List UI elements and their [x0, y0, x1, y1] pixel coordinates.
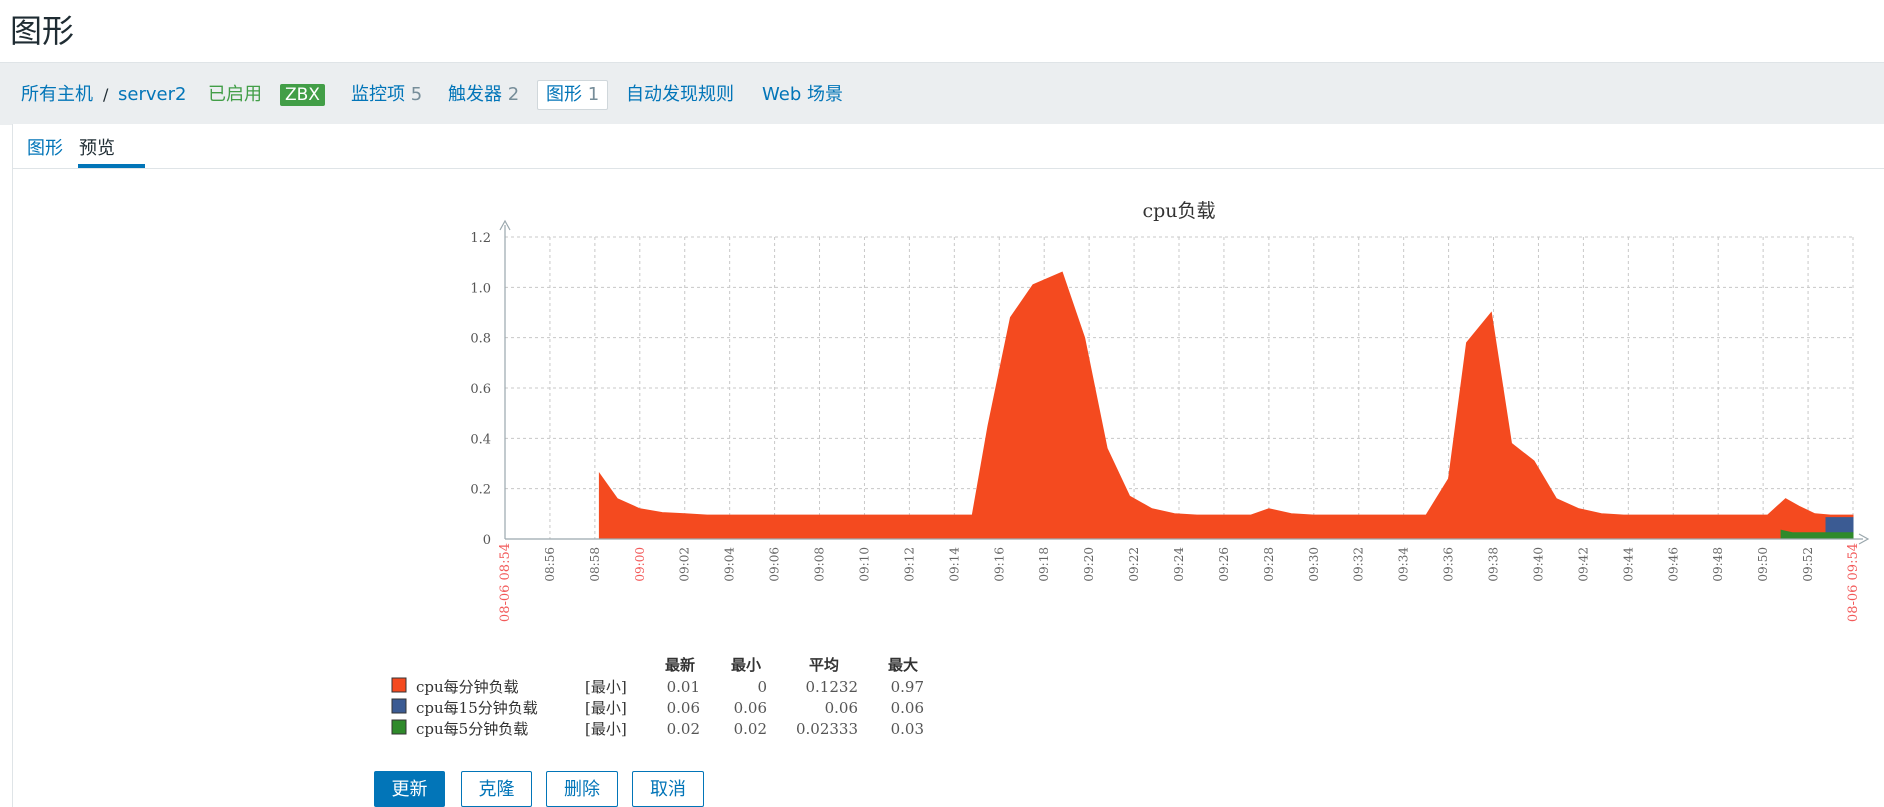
x-tick-label: 09:08: [813, 547, 827, 582]
legend-swatch: [391, 677, 407, 693]
legend-value: 0.03: [891, 720, 924, 738]
legend-value: 0.02: [734, 720, 767, 738]
legend-swatch: [391, 698, 407, 714]
cancel-button[interactable]: 取消: [632, 771, 704, 807]
series-area-1: [598, 271, 1854, 540]
legend-header: 最大: [888, 656, 918, 674]
x-tick-label: 09:50: [1756, 547, 1770, 582]
x-tick-label: 09:10: [857, 547, 871, 582]
y-tick-label: 0.8: [470, 332, 491, 347]
y-tick-label: 0.4: [470, 432, 491, 447]
x-tick-label: 09:14: [947, 547, 961, 582]
x-end-label: 08-06 09:54: [1846, 543, 1861, 622]
x-tick-label: 09:00: [633, 547, 647, 582]
x-tick-label: 09:32: [1352, 547, 1366, 582]
x-tick-label: 09:26: [1217, 547, 1231, 582]
clone-button[interactable]: 克隆: [461, 771, 532, 807]
legend-value: 0.06: [667, 699, 700, 717]
y-tick-label: 1.0: [470, 281, 491, 296]
x-tick-label: 08:56: [543, 547, 557, 582]
cpu-load-graph: cpu负载 0 0.2 0.4 0.6 0.8 1.0 1.2 08:56 08:58 09:00 0…: [391, 200, 1870, 738]
x-tick-label: 09:28: [1262, 547, 1276, 582]
legend-header: 平均: [809, 656, 839, 674]
legend-series-name: cpu每分钟负载: [416, 678, 519, 696]
x-tick-label: 09:06: [768, 547, 782, 582]
x-tick-label: 09:20: [1082, 547, 1096, 582]
x-tick-label: 09:22: [1127, 547, 1141, 582]
y-tick-label: 0: [483, 533, 491, 548]
x-tick-label: 09:18: [1037, 547, 1051, 582]
legend-function: [最小]: [585, 678, 627, 696]
x-tick-label: 09:24: [1172, 547, 1186, 582]
legend-function: [最小]: [585, 699, 627, 717]
legend-value: 0.02: [667, 720, 700, 738]
legend-value: 0.1232: [806, 678, 859, 696]
legend-value: 0.02333: [796, 720, 858, 738]
x-tick-label: 09:04: [723, 547, 737, 582]
legend-value: 0.06: [891, 699, 924, 717]
y-tick-label: 0.6: [470, 382, 491, 397]
x-tick-label: 09:02: [678, 547, 692, 582]
x-start-label: 08-06 08:54: [498, 543, 513, 622]
x-tick-label: 09:52: [1801, 547, 1815, 582]
chart-title: cpu负载: [1142, 200, 1215, 222]
legend-header: 最新: [665, 656, 695, 674]
legend-swatch: [391, 719, 407, 735]
x-tick-label: 09:38: [1487, 547, 1501, 582]
x-tick-label: 09:42: [1576, 547, 1590, 582]
legend-value: 0: [757, 678, 767, 696]
legend-value: 0.01: [667, 678, 700, 696]
delete-button[interactable]: 删除: [546, 771, 618, 807]
x-tick-label: 09:12: [902, 547, 916, 582]
x-tick-label: 09:30: [1307, 547, 1321, 582]
legend-function: [最小]: [585, 720, 627, 738]
y-tick-label: 0.2: [470, 483, 491, 498]
legend-value: 0.97: [891, 678, 924, 696]
update-button[interactable]: 更新: [374, 771, 445, 807]
y-tick-label: 1.2: [470, 231, 491, 246]
legend-series-name: cpu每5分钟负载: [416, 720, 528, 738]
x-tick-label: 09:16: [992, 547, 1006, 582]
legend-value: 0.06: [734, 699, 767, 717]
x-tick-label: 09:48: [1711, 547, 1725, 582]
x-tick-label: 09:44: [1621, 547, 1635, 582]
x-tick-label: 08:58: [588, 547, 602, 582]
x-tick-label: 09:46: [1666, 547, 1680, 582]
legend-value: 0.06: [825, 699, 858, 717]
x-tick-label: 09:36: [1442, 547, 1456, 582]
legend-header: 最小: [731, 656, 761, 674]
x-tick-label: 09:34: [1397, 547, 1411, 582]
legend-series-name: cpu每15分钟负载: [416, 699, 538, 717]
x-tick-label: 09:40: [1531, 547, 1545, 582]
